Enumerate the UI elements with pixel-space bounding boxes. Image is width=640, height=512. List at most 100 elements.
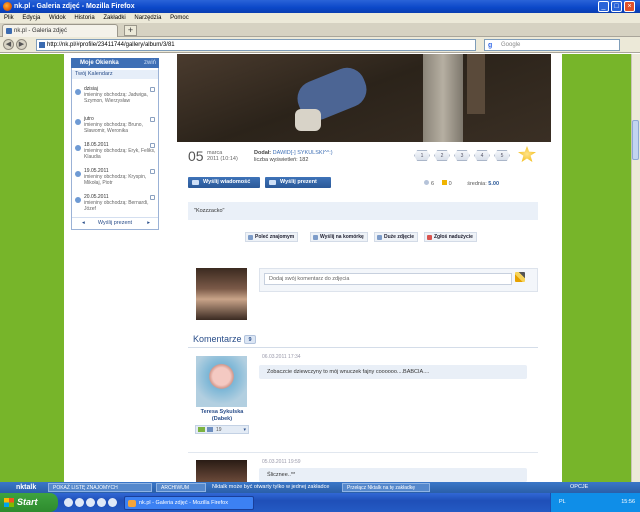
window-title: nk.pl - Galeria zdjęć - Mozilla Firefox bbox=[14, 3, 135, 10]
send-gift-button[interactable]: Wyślij prezent bbox=[265, 177, 331, 188]
archive-button[interactable]: ARCHIWUM bbox=[156, 483, 206, 492]
tab-active[interactable]: nk.pl - Galeria zdjęć bbox=[2, 24, 118, 37]
send-message-label: Wyślij wiadomość bbox=[203, 179, 251, 185]
report-abuse-button[interactable]: Zgłoś nadużycie bbox=[424, 232, 477, 242]
photo-icon[interactable] bbox=[198, 427, 205, 432]
nktalk-logo: nktalk bbox=[16, 484, 37, 491]
gift-box-icon[interactable] bbox=[150, 195, 155, 200]
recommend-label: Poleć znajomym bbox=[255, 234, 295, 240]
event-text: imieniny obchodzą: Eryk, Feliks, Klaudia bbox=[84, 148, 156, 160]
widget-header: Moje Okienka zwiń bbox=[71, 58, 159, 68]
divider bbox=[188, 452, 538, 453]
quicklaunch-icon[interactable] bbox=[108, 498, 117, 507]
quicklaunch-icon[interactable] bbox=[64, 498, 73, 507]
gift-box-icon[interactable] bbox=[150, 117, 155, 122]
calendar-event[interactable]: jutro imieniny obchodzą: Bruno, Sławomir… bbox=[72, 116, 158, 140]
options-button[interactable]: OPCJE bbox=[570, 482, 588, 493]
calendar-event[interactable]: 19.05.2011 imieniny obchodzą: Kryspin, M… bbox=[72, 168, 158, 192]
rating-2-button[interactable]: 2 bbox=[434, 150, 450, 161]
photo-post bbox=[423, 54, 463, 142]
close-button[interactable]: × bbox=[624, 1, 635, 12]
added-by-label: Dodał: bbox=[254, 150, 272, 156]
chevron-down-icon[interactable]: ▾ bbox=[243, 426, 246, 434]
send-message-button[interactable]: Wyślij wiadomość bbox=[188, 177, 260, 188]
send-gift-link[interactable]: Wyślij prezent bbox=[98, 220, 132, 226]
gift-box-icon[interactable] bbox=[150, 143, 155, 148]
gallery-photo[interactable] bbox=[177, 54, 551, 142]
gifts-icon[interactable] bbox=[207, 427, 213, 432]
comment-author[interactable]: Teresa Sykulska (Dabek) bbox=[193, 409, 251, 423]
menu-pomoc[interactable]: Pomoc bbox=[170, 15, 189, 21]
photo-description: "Kozzzacko" bbox=[188, 202, 538, 220]
recommend-icon bbox=[248, 235, 253, 240]
forward-arrow-icon[interactable]: ▶ bbox=[16, 39, 27, 50]
recommend-button[interactable]: Poleć znajomym bbox=[245, 232, 299, 242]
calendar-event[interactable]: 20.05.2011 imieniny obchodzą: Bernardi, … bbox=[72, 194, 158, 216]
calendar-event[interactable]: dzisiaj imieniny obchodzą: Jadwiga, Szym… bbox=[72, 86, 158, 112]
rating-3-button[interactable]: 3 bbox=[454, 150, 470, 161]
menu-zakladki[interactable]: Zakładki bbox=[103, 15, 125, 21]
comment-text: Zobaczcie dziewczyny to mój wnuczek fajn… bbox=[259, 365, 527, 379]
menu-edycja[interactable]: Edycja bbox=[22, 15, 40, 21]
comment-input[interactable]: Dodaj swój komentarz do zdjęcia bbox=[264, 273, 512, 285]
rating-1-button[interactable]: 1 bbox=[414, 150, 430, 161]
google-icon: g bbox=[488, 42, 493, 49]
rating-5-button[interactable]: 5 bbox=[494, 150, 510, 161]
language-indicator[interactable]: PL bbox=[559, 493, 566, 512]
taskbar-firefox-task[interactable]: nk.pl - Galeria zdjęć - Mozilla Firefox bbox=[124, 496, 254, 510]
widget-subtitle: Twój Kalendarz bbox=[72, 70, 158, 79]
menu-widok[interactable]: Widok bbox=[49, 15, 66, 21]
avatar[interactable] bbox=[196, 356, 247, 407]
send-to-phone-button[interactable]: Wyślij na komórkę bbox=[310, 232, 368, 242]
widget-prev-arrow-icon[interactable]: ◂ bbox=[82, 218, 85, 229]
menu-historia[interactable]: Historia bbox=[74, 15, 94, 21]
scrollbar[interactable] bbox=[631, 54, 640, 482]
start-button[interactable]: Start bbox=[0, 493, 58, 512]
stars-count: 0 bbox=[448, 181, 452, 187]
comments-title: Komentarze bbox=[193, 334, 242, 344]
calendar-event[interactable]: 18.05.2011 imieniny obchodzą: Eryk, Feli… bbox=[72, 142, 158, 166]
event-text: imieniny obchodzą: Bruno, Sławomir, Wero… bbox=[84, 122, 143, 134]
taskbar bbox=[0, 493, 640, 512]
show-friends-button[interactable]: POKAŻ LISTĘ ZNAJOMYCH bbox=[48, 483, 152, 492]
large-photo-button[interactable]: Duże zdjęcie bbox=[374, 232, 419, 242]
gift-box-icon[interactable] bbox=[150, 87, 155, 92]
my-avatar[interactable] bbox=[196, 268, 247, 320]
new-tab-button[interactable]: + bbox=[124, 25, 137, 36]
minimize-button[interactable]: _ bbox=[598, 1, 609, 12]
divider bbox=[188, 347, 538, 348]
magnify-icon bbox=[377, 235, 382, 240]
event-text: imieniny obchodzą: Kryspin, Mikołaj, Pio… bbox=[84, 174, 147, 186]
windows-logo-icon bbox=[4, 498, 14, 507]
quicklaunch-icon[interactable] bbox=[86, 498, 95, 507]
switch-nktalk-button[interactable]: Przełącz Nktalk na tę zakładkę bbox=[342, 483, 430, 492]
pencil-icon[interactable] bbox=[515, 272, 525, 282]
author-link[interactable]: DAWID[-] SYKULSKI^^:) bbox=[273, 150, 333, 156]
scrollbar-thumb[interactable] bbox=[632, 120, 639, 160]
firefox-icon bbox=[128, 500, 136, 507]
quicklaunch-icon[interactable] bbox=[75, 498, 84, 507]
comment-text: Ślicznee..** bbox=[259, 468, 527, 482]
large-photo-label: Duże zdjęcie bbox=[384, 234, 415, 240]
comment-date: 06.03.2011 17:34 bbox=[262, 354, 301, 360]
maximize-button[interactable]: □ bbox=[611, 1, 622, 12]
gift-box-icon[interactable] bbox=[150, 169, 155, 174]
menu-narzedzia[interactable]: Narzędzia bbox=[134, 15, 161, 21]
back-arrow-icon[interactable]: ◀ bbox=[3, 39, 14, 50]
photo-bench bbox=[467, 54, 485, 114]
url-bar[interactable]: http://nk.pl/#profile/23411744/gallery/a… bbox=[36, 39, 476, 51]
widget-title: Moje Okienka bbox=[80, 60, 119, 66]
widget-collapse-link[interactable]: zwiń bbox=[144, 58, 156, 68]
menu-plik[interactable]: Plik bbox=[4, 15, 14, 21]
search-input[interactable]: g Google bbox=[484, 39, 620, 51]
view-count: liczba wyświetleń: 182 bbox=[254, 157, 309, 163]
quicklaunch-icon[interactable] bbox=[97, 498, 106, 507]
average-label: średnia: bbox=[467, 181, 487, 187]
rating-4-button[interactable]: 4 bbox=[474, 150, 490, 161]
hearts-count: 6 bbox=[431, 181, 435, 187]
comments-count-badge: 9 bbox=[244, 335, 256, 344]
widget-next-arrow-icon[interactable]: ▸ bbox=[147, 218, 150, 229]
avatar[interactable] bbox=[196, 460, 247, 482]
nk-favicon-icon bbox=[6, 28, 12, 34]
url-text: http://nk.pl/#profile/23411744/gallery/a… bbox=[47, 42, 175, 48]
